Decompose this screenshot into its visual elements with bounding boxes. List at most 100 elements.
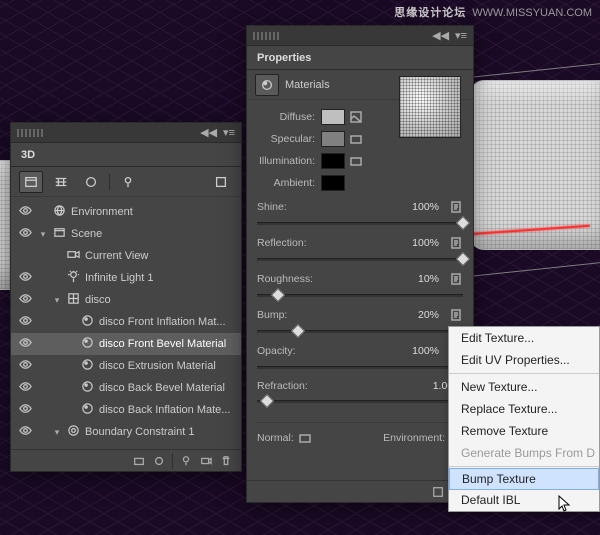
filter-mesh-icon[interactable] (49, 171, 73, 193)
menu-item[interactable]: Default IBL (449, 489, 599, 511)
menu-item: Generate Bumps From D (449, 442, 599, 464)
panel-menu-icon[interactable]: ▾≡ (455, 29, 467, 42)
render-settings-icon[interactable] (132, 454, 146, 468)
roughness-slider[interactable] (257, 288, 463, 302)
shine-texture-icon[interactable] (449, 200, 463, 214)
visibility-icon[interactable] (17, 358, 33, 374)
visibility-icon[interactable] (17, 226, 33, 242)
bump-texture-icon[interactable] (449, 308, 463, 322)
delete-icon[interactable] (219, 454, 233, 468)
menu-item[interactable]: Edit Texture... (449, 327, 599, 349)
reflection-slider[interactable] (257, 252, 463, 266)
panel-collapse-icon[interactable]: ◀◀ (200, 126, 217, 139)
visibility-icon[interactable] (17, 314, 33, 330)
twist-icon[interactable]: ▾ (37, 229, 49, 240)
specular-texture-icon[interactable] (349, 132, 363, 146)
roughness-value[interactable]: 10% (418, 273, 443, 285)
bump-label: Bump: (257, 309, 287, 321)
tree-row[interactable]: ▾disco (11, 289, 241, 311)
new-material-icon[interactable] (431, 485, 445, 499)
tree-row[interactable]: ▾Boundary Constraint 1 (11, 421, 241, 443)
panel-grip[interactable] (253, 32, 279, 40)
shine-slider[interactable] (257, 216, 463, 230)
panel-tab[interactable]: Properties (247, 46, 473, 70)
mat-icon (79, 336, 95, 352)
bump-slider[interactable] (257, 324, 463, 338)
panel-grip[interactable] (17, 129, 43, 137)
illumination-texture-icon[interactable] (349, 154, 363, 168)
tree-label: disco Back Inflation Mate... (97, 404, 237, 416)
tree-row[interactable]: disco Back Inflation Mate... (11, 399, 241, 421)
visibility-icon[interactable] (17, 336, 33, 352)
env-icon (51, 204, 67, 220)
panel-tab[interactable]: 3D (11, 143, 241, 167)
visibility-icon[interactable] (17, 270, 33, 286)
menu-item[interactable]: Replace Texture... (449, 398, 599, 420)
reflection-value[interactable]: 100% (412, 237, 443, 249)
material-preview[interactable] (399, 76, 461, 138)
scene-tree[interactable]: Environment ▾Scene Current View Infinite Li… (11, 197, 241, 447)
filter-material-icon[interactable] (79, 171, 103, 193)
twist-icon[interactable]: ▾ (51, 295, 63, 306)
tree-row[interactable]: disco Extrusion Material (11, 355, 241, 377)
environment-label: Environment: (383, 432, 445, 444)
mat-icon (79, 314, 95, 330)
tree-label: Infinite Light 1 (83, 272, 237, 284)
specular-swatch[interactable] (321, 131, 345, 147)
tree-label: disco Front Bevel Material (97, 338, 237, 350)
bump-value[interactable]: 20% (418, 309, 443, 321)
panel-collapse-icon[interactable]: ◀◀ (432, 29, 449, 42)
refraction-slider[interactable] (257, 394, 463, 408)
visibility-icon[interactable] (17, 292, 33, 308)
menu-item[interactable]: Edit UV Properties... (449, 349, 599, 371)
visibility-icon[interactable] (17, 402, 33, 418)
tree-label: Environment (69, 206, 237, 218)
refraction-label: Refraction: (257, 380, 308, 392)
bounding-box (460, 62, 600, 278)
visibility-icon[interactable] (17, 424, 33, 440)
opacity-slider[interactable] (257, 360, 463, 374)
panel-subtitle: Materials (285, 79, 330, 91)
ambient-swatch[interactable] (321, 175, 345, 191)
menu-item[interactable]: Bump Texture (449, 468, 599, 490)
visibility-icon[interactable] (17, 380, 33, 396)
light-icon (65, 270, 81, 286)
diffuse-texture-icon[interactable] (349, 110, 363, 124)
roughness-texture-icon[interactable] (449, 272, 463, 286)
filter-light-icon[interactable] (116, 171, 140, 193)
filter-scene-icon[interactable] (19, 171, 43, 193)
menu-item[interactable]: New Texture... (449, 376, 599, 398)
tree-row[interactable]: disco Front Inflation Mat... (11, 311, 241, 333)
new-light-icon[interactable] (179, 454, 193, 468)
tree-row[interactable]: disco Front Bevel Material (11, 333, 241, 355)
tree-row[interactable]: disco Back Bevel Material (11, 377, 241, 399)
tree-row[interactable]: Current View (11, 245, 241, 267)
tree-row[interactable]: ▾Scene (11, 223, 241, 245)
shine-label: Shine: (257, 201, 287, 213)
twist-icon[interactable]: ▾ (51, 427, 63, 438)
tree-label: disco Extrusion Material (97, 360, 237, 372)
illumination-label: Illumination: (257, 155, 321, 167)
illumination-swatch[interactable] (321, 153, 345, 169)
context-menu[interactable]: Edit Texture...Edit UV Properties... New … (448, 326, 600, 512)
diffuse-swatch[interactable] (321, 109, 345, 125)
new-camera-icon[interactable] (199, 454, 213, 468)
visibility-icon[interactable] (17, 204, 33, 220)
reflection-texture-icon[interactable] (449, 236, 463, 250)
opacity-value[interactable]: 100% (412, 345, 443, 357)
panel-titlebar[interactable]: ◀◀ ▾≡ (247, 26, 473, 46)
tree-label: disco Back Bevel Material (97, 382, 237, 394)
watermark: 思缘设计论坛WWW.MISSYUAN.COM (394, 4, 592, 20)
tree-row[interactable]: Environment (11, 201, 241, 223)
normal-texture-icon[interactable] (298, 431, 312, 445)
panel-options-icon[interactable] (209, 171, 233, 193)
panel-toolbar (11, 167, 241, 197)
panel-titlebar[interactable]: ◀◀ ▾≡ (11, 123, 241, 143)
tree-label: Current View (83, 250, 237, 262)
render-icon[interactable] (152, 454, 166, 468)
panel-menu-icon[interactable]: ▾≡ (223, 126, 235, 139)
shine-value[interactable]: 100% (412, 201, 443, 213)
menu-item[interactable]: Remove Texture (449, 420, 599, 442)
tree-row[interactable]: Infinite Light 1 (11, 267, 241, 289)
material-mode-icon[interactable] (255, 74, 279, 96)
